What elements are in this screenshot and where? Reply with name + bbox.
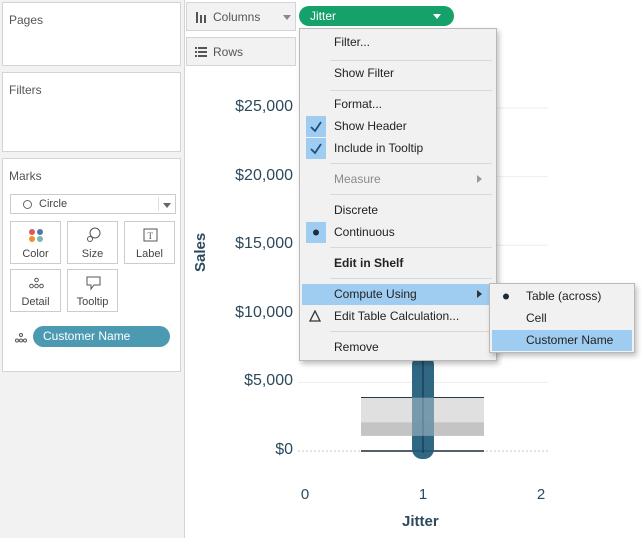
circle-icon [23,200,32,209]
menu-item-label: Edit Table Calculation... [334,309,460,323]
submenu-item-cell[interactable]: Cell [492,308,632,329]
menu-separator [330,194,492,195]
menu-item-label: Customer Name [526,333,614,347]
menu-item-filter[interactable]: Filter... [302,32,494,53]
menu-item-edit-table-calc[interactable]: Edit Table Calculation... [302,306,494,327]
size-icon [68,227,117,243]
menu-item-label: Remove [334,340,379,354]
y-tick-label: $5,000 [244,372,293,390]
columns-label: Columns [213,10,261,24]
detail-dots-icon [11,275,60,291]
chevron-down-icon[interactable] [433,14,441,19]
compute-using-submenu: Table (across) Cell Customer Name [489,283,635,353]
rows-icon [195,46,207,60]
menu-item-discrete[interactable]: Discrete [302,200,494,221]
checkmark-icon [306,116,326,137]
label-icon: T [125,227,174,243]
menu-separator [330,278,492,279]
menu-separator [330,163,492,164]
menu-item-edit-in-shelf[interactable]: Edit in Shelf [302,253,494,274]
rows-label: Rows [213,45,244,59]
color-dots-icon [11,227,60,243]
tooltip-button[interactable]: Tooltip [67,269,118,312]
menu-item-show-header[interactable]: Show Header [302,116,494,137]
columns-shelf[interactable]: Columns [186,2,296,31]
menu-item-label: Show Filter [334,66,395,80]
dropdown-divider [158,197,159,211]
bullet-icon [500,286,520,310]
color-label: Color [22,248,49,260]
left-panel: Pages Filters Marks Circle Color Size T [0,0,185,538]
filters-title: Filters [9,83,42,97]
chevron-down-icon [163,203,171,208]
y-tick-label: $25,000 [235,98,293,115]
chevron-down-icon[interactable] [283,15,291,20]
jitter-pill[interactable]: Jitter [299,6,454,26]
menu-separator [330,247,492,248]
menu-separator [330,60,492,61]
chevron-right-icon [477,290,482,298]
mark-type-dropdown[interactable]: Circle [10,194,176,214]
menu-item-label: Include in Tooltip [334,141,424,155]
jitter-pill-label: Jitter [310,9,337,23]
menu-item-measure: Measure [302,169,494,190]
menu-item-label: Format... [334,97,383,111]
checkmark-icon [306,138,326,159]
bullet-icon [306,222,326,243]
box-overlay [412,397,434,436]
menu-item-label: Edit in Shelf [334,256,404,270]
filters-card[interactable]: Filters [2,72,181,152]
menu-item-label: Filter... [334,35,371,49]
menu-item-label: Compute Using [334,287,417,301]
menu-separator [330,331,492,332]
menu-separator [330,90,492,91]
y-tick-label: $10,000 [235,303,293,321]
tooltip-label: Tooltip [76,296,109,308]
detail-label: Detail [21,296,50,308]
pages-title: Pages [9,13,44,27]
detail-dots-icon [14,332,28,346]
menu-item-show-filter[interactable]: Show Filter [302,63,494,84]
color-button[interactable]: Color [10,221,61,264]
delta-icon [308,309,322,325]
menu-item-remove[interactable]: Remove [302,337,494,358]
pages-card[interactable]: Pages [2,2,181,66]
size-label: Size [81,248,104,260]
menu-item-continuous[interactable]: Continuous [302,222,494,243]
x-tick-label: 0 [300,486,310,503]
menu-item-format[interactable]: Format... [302,94,494,115]
rows-shelf[interactable]: Rows [186,37,296,66]
y-tick-label: $20,000 [235,166,293,184]
label-label: Label [136,248,163,260]
columns-icon [195,12,207,26]
jitter-context-menu: Filter... Show Filter Format... Show Hea… [299,28,497,361]
y-tick-label: $0 [275,441,293,458]
menu-item-compute-using[interactable]: Compute Using [302,284,494,305]
chevron-right-icon [477,175,482,183]
menu-item-label: Table (across) [526,289,602,303]
menu-item-label: Continuous [334,225,395,239]
menu-item-label: Measure [334,172,381,186]
customer-name-pill[interactable]: Customer Name [33,326,170,347]
mark-type-value: Circle [39,198,68,210]
menu-item-label: Show Header [334,119,407,133]
detail-button[interactable]: Detail [10,269,61,312]
y-axis-label: Sales [192,232,209,272]
menu-item-include-tooltip[interactable]: Include in Tooltip [302,138,494,159]
x-tick-label: 1 [418,486,428,503]
submenu-item-table-across[interactable]: Table (across) [492,286,632,307]
menu-item-label: Cell [526,311,547,325]
menu-item-label: Discrete [334,203,379,217]
svg-text:T: T [148,231,154,241]
submenu-item-customer-name[interactable]: Customer Name [492,330,632,351]
tooltip-icon [68,275,117,291]
size-button[interactable]: Size [67,221,118,264]
x-tick-label: 2 [536,486,546,503]
x-axis-label: Jitter [402,513,439,530]
marks-group [412,354,434,459]
marks-title: Marks [9,169,42,183]
label-button[interactable]: T Label [124,221,175,264]
